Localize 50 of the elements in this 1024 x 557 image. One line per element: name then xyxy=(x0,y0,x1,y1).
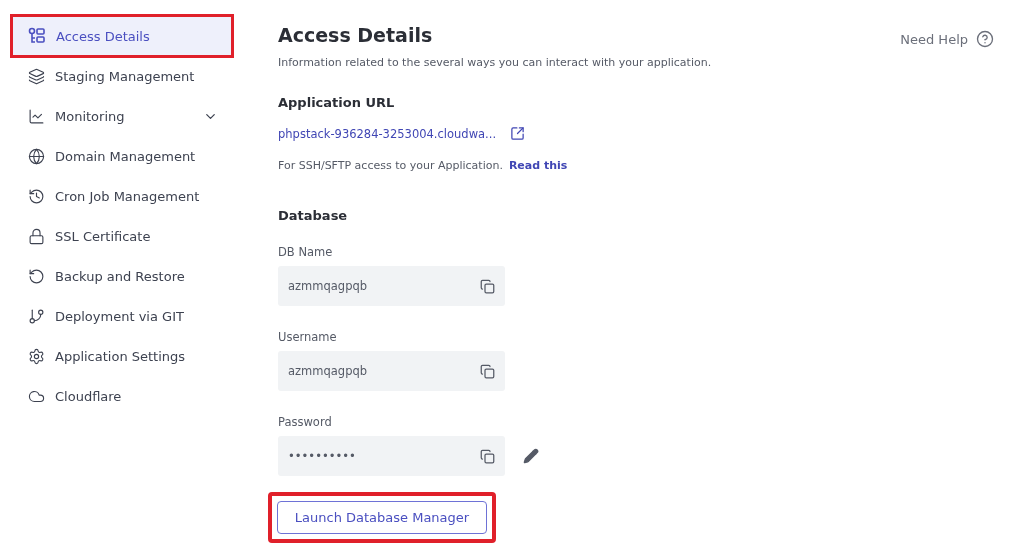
sidebar-item[interactable]: Cron Job Management xyxy=(12,176,232,216)
sidebar-item[interactable]: Backup and Restore xyxy=(12,256,232,296)
text-field[interactable]: azmmqagpqb xyxy=(278,351,505,391)
sidebar-label: Access Details xyxy=(56,28,151,44)
launch-database-button[interactable]: Launch Database Manager xyxy=(277,501,487,534)
text-field[interactable]: azmmqagpqb xyxy=(278,266,505,306)
copy-icon[interactable] xyxy=(480,448,495,464)
pencil-icon[interactable] xyxy=(523,448,539,464)
sidebar-label: Cron Job Management xyxy=(55,188,201,204)
sidebar-item[interactable]: Application Settings xyxy=(12,336,232,376)
external-link-icon[interactable] xyxy=(510,126,526,141)
sidebar-label: Deployment via GIT xyxy=(55,308,185,324)
sidebar-label: Application Settings xyxy=(55,348,187,364)
layers-icon xyxy=(28,67,45,85)
sidebar-item[interactable]: Deployment via GIT xyxy=(12,296,232,336)
sidebar-item[interactable]: Monitoring xyxy=(12,96,232,136)
settings-icon xyxy=(28,347,45,365)
copy-icon[interactable] xyxy=(480,278,495,294)
lock-icon xyxy=(28,227,45,245)
sidebar-label: Domain Management xyxy=(55,148,197,164)
application-url-link[interactable]: phpstack-936284-3253004.cloudwa... xyxy=(278,126,497,141)
field-label: DB Name xyxy=(278,245,334,259)
help-link[interactable]: Need Help xyxy=(900,30,994,48)
field-label: Username xyxy=(278,330,338,344)
sidebar-item[interactable]: Staging Management xyxy=(12,56,232,96)
sidebar-label: Monitoring xyxy=(55,108,126,124)
sidebar-item[interactable]: Domain Management xyxy=(12,136,232,176)
history-icon xyxy=(28,187,45,205)
section-heading: Database xyxy=(278,208,349,223)
sidebar-label: Backup and Restore xyxy=(55,268,186,284)
read-this-link[interactable]: Read this xyxy=(508,159,568,172)
branch-icon xyxy=(28,307,45,325)
sidebar-label: Staging Management xyxy=(55,68,196,84)
sidebar-item[interactable]: Access Details xyxy=(12,16,232,56)
page-title: Access Details xyxy=(278,24,433,46)
sidebar-item[interactable]: Cloudflare xyxy=(12,376,232,416)
copy-icon[interactable] xyxy=(480,363,495,379)
restore-icon xyxy=(28,267,45,285)
sidebar-label: Cloudflare xyxy=(55,388,123,404)
text-field[interactable]: •••••••••• xyxy=(278,436,505,476)
sidebar-item[interactable]: SSL Certificate xyxy=(12,216,232,256)
chart-icon xyxy=(28,107,45,125)
globe-icon xyxy=(28,147,45,165)
ssh-note: For SSH/SFTP access to your Application. xyxy=(278,159,503,172)
page-subtitle: Information related to the several ways you can interact with your application. xyxy=(278,56,713,69)
help-icon xyxy=(976,30,994,48)
field-label: Password xyxy=(278,415,333,429)
sidebar-label: SSL Certificate xyxy=(55,228,152,244)
access-icon xyxy=(28,27,46,45)
section-heading: Application URL xyxy=(278,95,396,110)
